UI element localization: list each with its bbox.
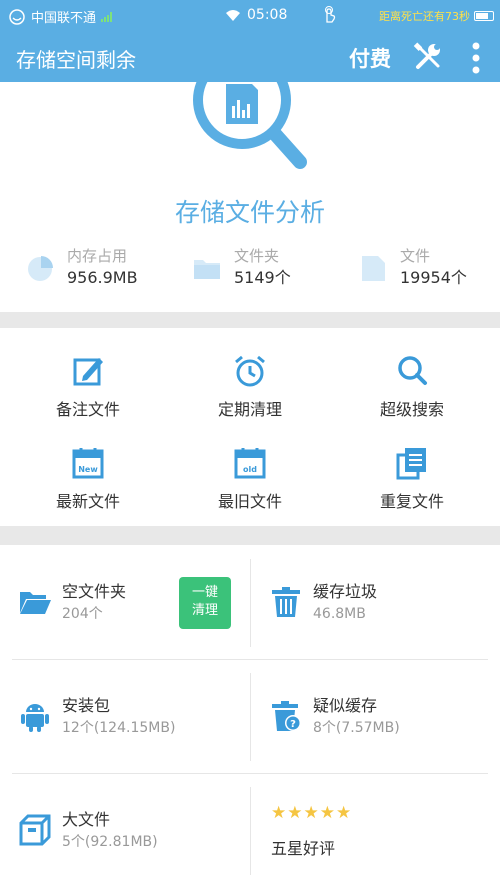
pay-button[interactable]: 付费 xyxy=(349,43,391,73)
trash-question-icon: ? xyxy=(272,701,301,731)
card-empty-folders[interactable]: 空文件夹 204个 xyxy=(18,581,126,625)
tool-note-files[interactable]: 备注文件 xyxy=(18,354,158,420)
file-value: 19954个 xyxy=(400,268,467,287)
file-stat: 文件 19954个 xyxy=(358,246,467,290)
card-large-files[interactable]: 大文件 5个(92.81MB) xyxy=(18,809,158,853)
countdown-text: 距离死亡还有73秒 xyxy=(379,10,470,23)
battery-icon xyxy=(474,11,494,21)
card-subtitle: 204个 xyxy=(62,606,103,622)
tool-oldest-files[interactable]: old 最旧文件 xyxy=(180,446,320,512)
card-title: 缓存垃圾 xyxy=(313,582,378,601)
alarm-clock-icon xyxy=(235,355,265,387)
folder-icon xyxy=(194,260,220,279)
clock-time: 05:08 xyxy=(247,7,288,23)
app-title: 存储空间剩余 xyxy=(16,48,136,72)
card-title: 安装包 xyxy=(62,696,111,715)
status-left: 中国联不通 xyxy=(8,7,113,26)
svg-text:New: New xyxy=(78,465,98,474)
five-star-rating: ★★★★★ xyxy=(271,803,353,823)
divider xyxy=(12,773,488,774)
wrench-screwdriver-icon[interactable] xyxy=(412,41,444,73)
tool-label: 最新文件 xyxy=(55,492,120,511)
tool-label: 最旧文件 xyxy=(217,492,282,511)
clean-button-line2: 清理 xyxy=(191,603,218,618)
file-label: 文件 xyxy=(400,247,431,265)
folder-open-icon xyxy=(20,592,51,614)
card-subtitle: 46.8MB xyxy=(313,606,366,622)
tool-super-search[interactable]: 超级搜索 xyxy=(342,354,482,420)
analysis-title: 存储文件分析 xyxy=(174,198,325,227)
status-right: 距离死亡还有73秒 xyxy=(379,8,494,24)
memory-stat: 内存占用 956.9MB xyxy=(25,246,138,290)
signal-icon xyxy=(101,11,113,22)
card-subtitle: 12个(124.15MB) xyxy=(62,720,176,736)
status-bar: 中国联不通 05:08 距离死亡还有73秒 xyxy=(0,0,500,32)
tool-label: 超级搜索 xyxy=(379,400,444,419)
status-center: 05:08 xyxy=(225,7,287,23)
tool-label: 备注文件 xyxy=(55,400,120,419)
calendar-old-icon: old xyxy=(234,448,266,479)
tool-label: 定期清理 xyxy=(217,400,282,419)
tool-duplicate-files[interactable]: 重复文件 xyxy=(342,446,482,512)
card-cache-junk[interactable]: 缓存垃圾 46.8MB xyxy=(269,581,377,625)
calendar-new-icon: New xyxy=(72,448,104,479)
card-suspected-cache[interactable]: ? 疑似缓存 8个(7.57MB) xyxy=(269,695,400,739)
wifi-icon xyxy=(226,9,240,21)
divider xyxy=(250,673,251,761)
tool-label: 重复文件 xyxy=(379,492,444,511)
more-vert-icon[interactable] xyxy=(466,40,486,76)
folder-label: 文件夹 xyxy=(234,247,280,265)
svg-text:?: ? xyxy=(290,719,296,730)
tools-grid: 备注文件 定期清理 超级搜索 New 最新文件 old 最旧文件 重复文件 xyxy=(0,328,500,526)
card-title: 疑似缓存 xyxy=(313,696,378,715)
folder-value: 5149个 xyxy=(234,268,291,287)
clean-button-line1: 一键 xyxy=(191,585,218,600)
divider xyxy=(250,787,251,875)
card-subtitle: 5个(92.81MB) xyxy=(62,834,158,850)
section-divider xyxy=(0,312,500,328)
card-install-packages[interactable]: 安装包 12个(124.15MB) xyxy=(18,695,175,739)
memory-label: 内存占用 xyxy=(67,247,128,265)
touch-icon xyxy=(322,6,336,28)
card-title: 大文件 xyxy=(62,810,111,829)
cleanup-cards: 空文件夹 204个 一键 清理 缓存垃圾 46.8MB 安装包 12个(124.… xyxy=(0,545,500,889)
one-click-clean-button[interactable]: 一键 清理 xyxy=(179,577,231,629)
android-icon xyxy=(21,704,49,732)
divider xyxy=(250,559,251,647)
svg-text:old: old xyxy=(243,465,257,474)
app-bar: 存储空间剩余 付费 xyxy=(0,32,500,82)
copy-files-icon xyxy=(396,448,426,480)
storage-search-icon xyxy=(193,82,307,169)
tool-newest-files[interactable]: New 最新文件 xyxy=(18,446,158,512)
carrier-name: 中国联不通 xyxy=(31,11,97,26)
tool-scheduled-clean[interactable]: 定期清理 xyxy=(180,354,320,420)
trash-icon xyxy=(272,587,300,617)
search-icon xyxy=(398,356,427,385)
box-icon xyxy=(19,814,51,846)
pie-chart-icon xyxy=(28,256,53,281)
file-icon xyxy=(362,256,385,281)
card-title: 空文件夹 xyxy=(62,582,127,601)
edit-note-icon xyxy=(73,358,103,386)
storage-analysis-panel: 存储文件分析 内存占用 956.9MB 文件夹 5149个 文件 19954个 xyxy=(0,82,500,312)
cloud-face-icon xyxy=(9,8,25,25)
folder-stat: 文件夹 5149个 xyxy=(192,246,291,290)
card-subtitle: 8个(7.57MB) xyxy=(313,720,400,736)
divider xyxy=(12,659,488,660)
memory-value: 956.9MB xyxy=(67,268,138,287)
rate-five-stars-button[interactable]: 五星好评 xyxy=(271,835,335,859)
section-divider xyxy=(0,526,500,545)
